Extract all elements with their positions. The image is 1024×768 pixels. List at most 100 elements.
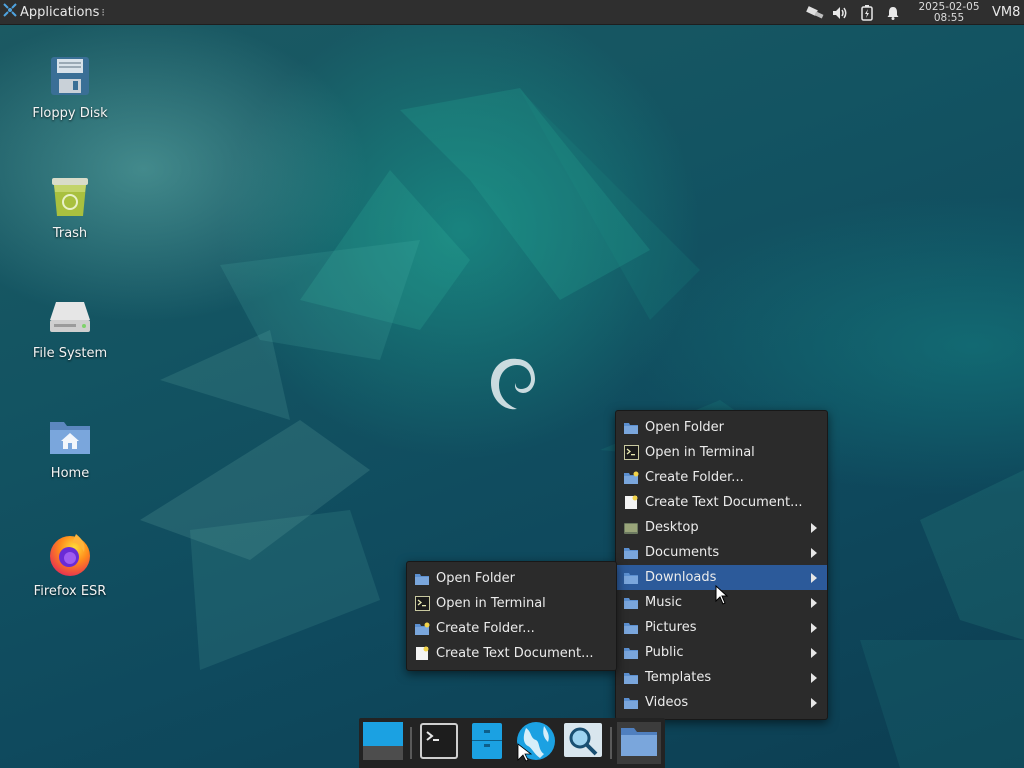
dock-file-manager[interactable] bbox=[465, 722, 509, 764]
submenu-arrow-icon bbox=[811, 548, 817, 558]
app-finder-icon bbox=[563, 722, 603, 764]
new-folder-icon bbox=[623, 470, 639, 486]
desktop-icon-trash[interactable]: Trash bbox=[22, 172, 118, 241]
top-panel: Applications ⁝ 2025-02-05 08:55 VM8 bbox=[0, 0, 1024, 25]
volume-icon[interactable] bbox=[830, 0, 852, 25]
applications-label: Applications bbox=[20, 4, 100, 20]
menu-item-label: Videos bbox=[645, 695, 689, 710]
hostname-label: VM8 bbox=[992, 5, 1021, 20]
clock-date: 2025-02-05 bbox=[918, 0, 980, 13]
dock-separator bbox=[410, 727, 412, 759]
menu-item-label: Open Folder bbox=[645, 420, 725, 435]
folder-icon bbox=[623, 695, 639, 711]
menu-item-label: Open in Terminal bbox=[645, 445, 755, 460]
dock-web-browser[interactable] bbox=[513, 722, 557, 764]
menu-item-label: Downloads bbox=[645, 570, 717, 585]
folder-icon bbox=[623, 545, 639, 561]
menu-item-documents[interactable]: Documents bbox=[616, 540, 827, 565]
web-browser-icon bbox=[514, 720, 556, 766]
menu-item-label: Pictures bbox=[645, 620, 697, 635]
submenu-item-create-folder[interactable]: Create Folder... bbox=[407, 616, 616, 641]
folder-icon bbox=[623, 645, 639, 661]
folder-icon bbox=[623, 570, 639, 586]
menu-item-create-folder[interactable]: Create Folder... bbox=[616, 465, 827, 490]
menu-item-label: Create Text Document... bbox=[436, 646, 594, 661]
menu-item-pictures[interactable]: Pictures bbox=[616, 615, 827, 640]
folder-icon bbox=[620, 725, 658, 761]
text-document-icon bbox=[623, 495, 639, 511]
system-tray: 2025-02-05 08:55 VM8 bbox=[800, 0, 1024, 25]
trash-icon bbox=[46, 172, 94, 220]
desktop-icon-label: Home bbox=[50, 466, 90, 481]
show-desktop-icon bbox=[362, 721, 404, 765]
desktop-icon-firefox[interactable]: Firefox ESR bbox=[22, 530, 118, 599]
dock-show-desktop[interactable] bbox=[361, 722, 405, 764]
panel-separator: ⁝ bbox=[101, 5, 105, 19]
dock-folder-window[interactable] bbox=[617, 722, 661, 764]
desktop-icon-home[interactable]: Home bbox=[22, 412, 118, 481]
desktop-icon-file-system[interactable]: File System bbox=[22, 292, 118, 361]
menu-item-open-in-terminal[interactable]: Open in Terminal bbox=[616, 440, 827, 465]
submenu-arrow-icon bbox=[811, 598, 817, 608]
menu-item-desktop[interactable]: Desktop bbox=[616, 515, 827, 540]
battery-icon[interactable] bbox=[856, 0, 878, 25]
folder-icon bbox=[623, 670, 639, 686]
submenu-arrow-icon bbox=[811, 648, 817, 658]
network-icon[interactable] bbox=[804, 0, 826, 25]
submenu-item-open-in-terminal[interactable]: Open in Terminal bbox=[407, 591, 616, 616]
terminal-icon bbox=[420, 723, 458, 763]
folder-icon bbox=[623, 595, 639, 611]
menu-item-create-text-document[interactable]: Create Text Document... bbox=[616, 490, 827, 515]
menu-item-templates[interactable]: Templates bbox=[616, 665, 827, 690]
desktop-icon-label: Firefox ESR bbox=[33, 584, 107, 599]
menu-item-label: Create Text Document... bbox=[645, 495, 803, 510]
desktop-icon-label: Floppy Disk bbox=[32, 106, 108, 121]
menu-item-label: Music bbox=[645, 595, 682, 610]
text-document-icon bbox=[414, 646, 430, 662]
mouse-pointer-icon bbox=[715, 585, 729, 605]
floppy-disk-icon bbox=[46, 52, 94, 100]
submenu-arrow-icon bbox=[811, 573, 817, 583]
clock-time: 08:55 bbox=[933, 11, 965, 24]
terminal-icon bbox=[414, 596, 430, 612]
menu-item-label: Documents bbox=[645, 545, 720, 560]
submenu-arrow-icon bbox=[811, 698, 817, 708]
desktop-icon-label: File System bbox=[32, 346, 108, 361]
submenu-arrow-icon bbox=[811, 523, 817, 533]
menu-item-videos[interactable]: Videos bbox=[616, 690, 827, 715]
home-folder-icon bbox=[46, 412, 94, 460]
menu-item-label: Templates bbox=[645, 670, 712, 685]
submenu-item-open-folder[interactable]: Open Folder bbox=[407, 566, 616, 591]
menu-item-label: Create Folder... bbox=[436, 621, 535, 636]
desktop-icon-floppy-disk[interactable]: Floppy Disk bbox=[22, 52, 118, 121]
xfce-logo-icon bbox=[3, 3, 17, 21]
new-folder-icon bbox=[414, 621, 430, 637]
desktop-folder-icon bbox=[623, 520, 639, 536]
desktop-folder-menu: Open Folder Open in Terminal Create Fold… bbox=[615, 410, 828, 720]
downloads-submenu: Open Folder Open in Terminal Create Fold… bbox=[406, 561, 617, 671]
folder-icon bbox=[414, 571, 430, 587]
dock-app-finder[interactable] bbox=[561, 722, 605, 764]
menu-item-label: Desktop bbox=[645, 520, 699, 535]
clock[interactable]: 2025-02-05 08:55 bbox=[912, 0, 986, 24]
menu-item-public[interactable]: Public bbox=[616, 640, 827, 665]
file-manager-icon bbox=[471, 722, 503, 764]
menu-item-label: Public bbox=[645, 645, 684, 660]
dock-terminal[interactable] bbox=[417, 722, 461, 764]
submenu-arrow-icon bbox=[811, 623, 817, 633]
folder-icon bbox=[623, 620, 639, 636]
menu-item-open-folder[interactable]: Open Folder bbox=[616, 415, 827, 440]
dock-separator bbox=[610, 727, 612, 759]
menu-item-label: Open Folder bbox=[436, 571, 516, 586]
terminal-icon bbox=[623, 445, 639, 461]
notifications-icon[interactable] bbox=[882, 0, 904, 25]
folder-icon bbox=[623, 420, 639, 436]
menu-item-label: Create Folder... bbox=[645, 470, 744, 485]
dock bbox=[359, 718, 665, 768]
applications-menu-button[interactable]: Applications ⁝ bbox=[0, 0, 109, 25]
desktop-icon-label: Trash bbox=[52, 226, 88, 241]
submenu-item-create-text-document[interactable]: Create Text Document... bbox=[407, 641, 616, 666]
debian-swirl-logo bbox=[491, 358, 535, 410]
firefox-icon bbox=[46, 530, 94, 578]
drive-icon bbox=[46, 292, 94, 340]
